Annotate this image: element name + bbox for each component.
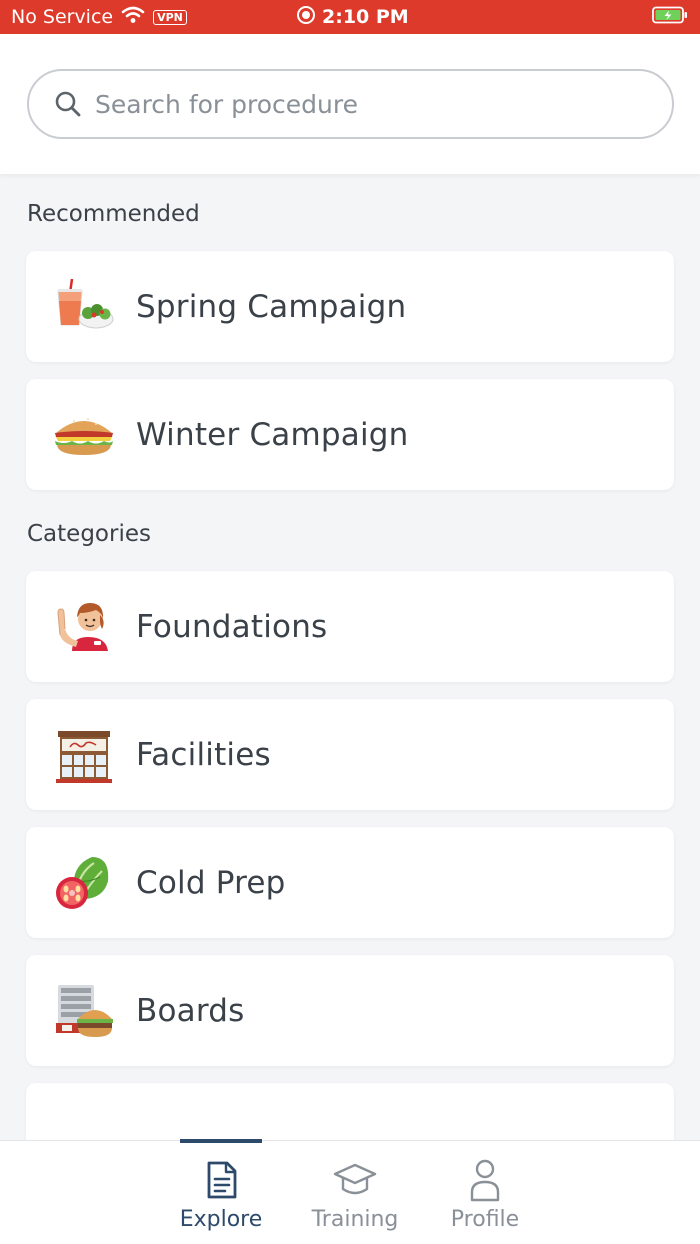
waving-employee-icon <box>52 595 116 659</box>
sandwich-icon <box>52 403 116 467</box>
battery-icon <box>652 6 688 29</box>
card-partial[interactable] <box>26 1083 674 1143</box>
lettuce-tomato-icon <box>52 851 116 915</box>
section-label-categories: Categories <box>27 521 151 547</box>
tab-training[interactable]: Training <box>305 1141 405 1244</box>
card-label: Foundations <box>136 608 328 645</box>
graduation-cap-icon <box>333 1157 377 1203</box>
search-icon <box>53 89 83 119</box>
card-label: Cold Prep <box>136 864 286 901</box>
tab-label: Training <box>311 1207 399 1232</box>
tab-label: Profile <box>450 1207 520 1232</box>
card-foundations[interactable]: Foundations <box>26 571 674 682</box>
tab-profile[interactable]: Profile <box>435 1141 535 1244</box>
search-bar[interactable] <box>27 69 674 139</box>
status-right <box>652 0 688 34</box>
tab-explore[interactable]: Explore <box>171 1141 271 1244</box>
search-input[interactable] <box>95 89 635 119</box>
carrier-text: No Service <box>11 6 114 28</box>
vpn-badge: VPN <box>153 9 187 25</box>
card-facilities[interactable]: Facilities <box>26 699 674 810</box>
card-boards[interactable]: Boards <box>26 955 674 1066</box>
card-label: Spring Campaign <box>136 288 407 325</box>
card-winter-campaign[interactable]: Winter Campaign <box>26 379 674 490</box>
bottom-nav: Explore Training Profile <box>0 1139 700 1244</box>
card-spring-campaign[interactable]: Spring Campaign <box>26 251 674 362</box>
status-time: 2:10 PM <box>322 6 409 28</box>
person-icon <box>468 1157 502 1203</box>
restaurant-building-icon <box>52 723 116 787</box>
search-header <box>0 34 700 174</box>
status-bar: No Service VPN 2:10 PM <box>0 0 700 34</box>
document-icon <box>203 1157 239 1203</box>
wifi-icon <box>121 6 145 29</box>
status-left: No Service VPN <box>11 0 187 34</box>
screen-record-icon <box>296 5 316 30</box>
tab-label: Explore <box>179 1207 263 1232</box>
card-label: Facilities <box>136 736 271 773</box>
card-label: Winter Campaign <box>136 416 409 453</box>
card-label: Boards <box>136 992 245 1029</box>
section-label-recommended: Recommended <box>27 201 200 227</box>
card-cold-prep[interactable]: Cold Prep <box>26 827 674 938</box>
status-center: 2:10 PM <box>296 0 409 34</box>
drink-and-salad-icon <box>52 275 116 339</box>
burger-tray-icon <box>52 979 116 1043</box>
